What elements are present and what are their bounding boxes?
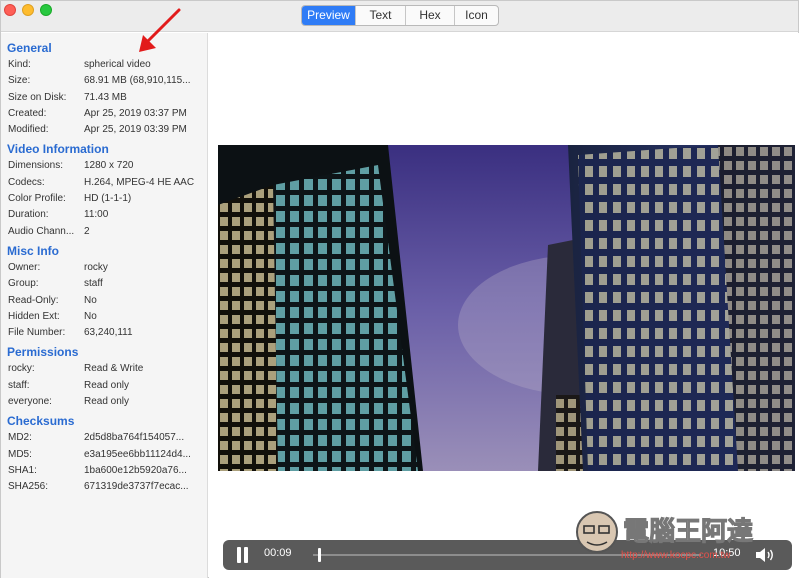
info-key: everyone: [8, 396, 52, 408]
info-value: 2d5d8ba764f154057... [84, 432, 185, 444]
info-sidebar: General Kind: spherical video Size: 68.91 … [1, 33, 208, 578]
section-title-misc-info: Misc Info [7, 243, 60, 258]
info-row: staff: Read only [1, 378, 207, 394]
preview-pane: 00:09 10:50 [209, 33, 799, 578]
info-value: 2 [84, 225, 90, 237]
info-row: Size on Disk: 71.43 MB [1, 90, 207, 106]
info-key: MD2: [8, 432, 32, 444]
info-key: SHA256: [8, 481, 49, 493]
current-time: 00:09 [264, 547, 292, 559]
info-key: Codecs: [8, 176, 45, 188]
info-key: Duration: [8, 209, 49, 221]
info-row: Kind: spherical video [1, 57, 207, 73]
section-title-video-information: Video Information [7, 142, 109, 157]
annotation-arrow-icon [139, 8, 181, 52]
info-key: Owner: [8, 261, 41, 273]
info-value: No [84, 310, 97, 322]
info-row: Audio Chann... 2 [1, 224, 207, 240]
zoom-window-button[interactable] [40, 4, 52, 16]
titlebar: Preview Text Hex Icon [1, 1, 798, 32]
info-key: rocky: [8, 363, 35, 375]
info-row: SHA256: 671319de3737f7ecac... [1, 479, 207, 495]
info-row: File Number: 63,240,111 [1, 325, 207, 341]
info-row: Size: 68.91 MB (68,910,115... [1, 73, 207, 89]
info-row: Owner: rocky [1, 260, 207, 276]
info-row: Color Profile: HD (1-1-1) [1, 191, 207, 207]
tab-icon[interactable]: Icon [455, 6, 498, 25]
info-value: Read & Write [84, 363, 144, 375]
tab-preview[interactable]: Preview [302, 6, 356, 25]
info-value: 63,240,111 [84, 327, 133, 339]
progress-track[interactable] [313, 554, 701, 556]
info-row: Group: staff [1, 276, 207, 292]
info-value: 71.43 MB [84, 91, 127, 103]
info-row: Duration: 11:00 [1, 207, 207, 223]
info-row: rocky: Read & Write [1, 361, 207, 377]
info-value: 68.91 MB (68,910,115... [84, 75, 191, 87]
info-value: e3a195ee6bb11124d4... [84, 448, 191, 460]
info-row: Hidden Ext: No [1, 309, 207, 325]
info-row: Modified: Apr 25, 2019 03:39 PM [1, 122, 207, 138]
video-frame[interactable] [218, 145, 795, 471]
info-value: Read only [84, 396, 130, 408]
info-row: Read-Only: No [1, 293, 207, 309]
info-row: MD2: 2d5d8ba764f154057... [1, 430, 207, 446]
info-value: No [84, 294, 97, 306]
progress-knob[interactable] [318, 548, 322, 562]
city-night-video-image [218, 145, 795, 471]
window: Preview Text Hex Icon General Kind: spher… [0, 0, 799, 578]
duration-time: 10:50 [713, 547, 741, 559]
info-row: Dimensions: 1280 x 720 [1, 158, 207, 174]
info-key: Modified: [8, 124, 49, 136]
info-key: Group: [8, 278, 39, 290]
info-key: staff: [8, 379, 30, 391]
info-row: Created: Apr 25, 2019 03:37 PM [1, 106, 207, 122]
info-value: 671319de3737f7ecac... [84, 481, 189, 493]
tab-hex[interactable]: Hex [406, 6, 455, 25]
info-value: staff [84, 278, 103, 290]
section-title-checksums: Checksums [7, 414, 75, 429]
info-value: 1ba600e12b5920a76... [84, 464, 187, 476]
info-row: SHA1: 1ba600e12b5920a76... [1, 463, 207, 479]
info-key: SHA1: [8, 464, 37, 476]
info-value: Apr 25, 2019 03:39 PM [84, 124, 187, 136]
info-value: rocky [84, 261, 108, 273]
info-key: Read-Only: [8, 294, 59, 306]
info-key: Size: [8, 75, 31, 87]
info-value: spherical video [84, 59, 151, 70]
volume-icon[interactable] [755, 547, 775, 563]
info-value: Read only [84, 379, 130, 391]
info-value: Apr 25, 2019 03:37 PM [84, 107, 187, 119]
info-key: Size on Disk: [8, 91, 67, 103]
close-window-button[interactable] [4, 4, 16, 16]
info-value: 11:00 [84, 209, 109, 221]
info-key: File Number: [8, 327, 66, 339]
info-key: Dimensions: [8, 160, 64, 172]
video-player-controls: 00:09 10:50 [223, 540, 792, 570]
info-key: Created: [8, 107, 47, 119]
info-key: Color Profile: [8, 193, 66, 205]
info-key: Kind: [8, 59, 31, 70]
info-row: Codecs: H.264, MPEG-4 HE AAC [1, 175, 207, 191]
info-row: MD5: e3a195ee6bb11124d4... [1, 447, 207, 463]
view-mode-segmented-control: Preview Text Hex Icon [301, 5, 499, 26]
info-value: H.264, MPEG-4 HE AAC [84, 176, 195, 188]
section-title-permissions: Permissions [7, 345, 79, 360]
info-value: HD (1-1-1) [84, 193, 132, 205]
info-key: MD5: [8, 448, 32, 460]
pause-button[interactable] [236, 547, 250, 563]
tab-text[interactable]: Text [356, 6, 406, 25]
minimize-window-button[interactable] [22, 4, 34, 16]
info-key: Audio Chann... [8, 225, 75, 237]
info-key: Hidden Ext: [8, 310, 60, 322]
info-row: everyone: Read only [1, 394, 207, 410]
info-value: 1280 x 720 [84, 160, 134, 172]
